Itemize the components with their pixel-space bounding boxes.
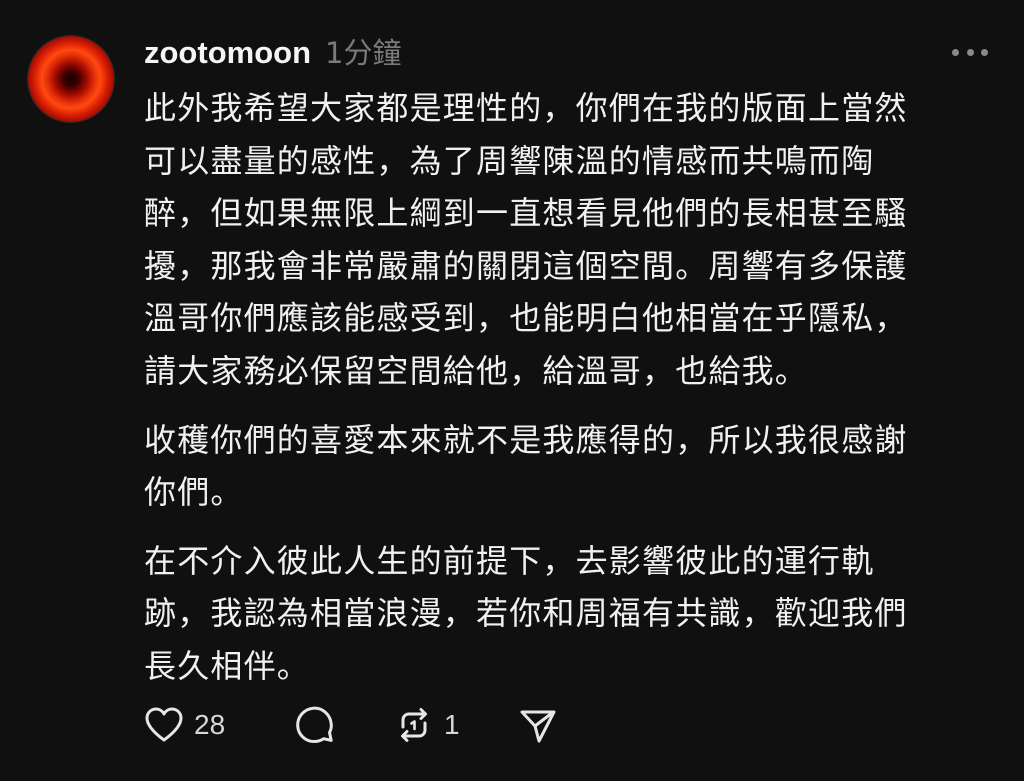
more-dots-icon [952,48,959,56]
post-paragraph: 在不介入彼此人生的前提下，去影響彼此的運行軌 跡，我認為相當浪漫，若你和周福有共… [144,541,908,685]
post-paragraph: 收穫你們的喜愛本來就不是我應得的，所以我很感謝 你們。 [144,420,908,512]
send-icon [520,710,556,743]
reply-button[interactable] [294,705,394,745]
thread-post: zootomoon 1分鐘 此外我希望大家都是理性的，你們在我的版面上當然 可以… [0,0,1024,781]
like-button[interactable]: 28 [144,706,294,744]
more-options-button[interactable] [952,42,988,62]
timestamp: 1分鐘 [325,36,402,70]
more-dots-icon [981,48,988,56]
comment-bubble-icon [296,706,333,743]
post-body: 此外我希望大家都是理性的，你們在我的版面上當然 可以盡量的感性，為了周響陳溫的情… [144,82,994,693]
share-button[interactable] [518,705,558,745]
like-count: 28 [194,709,226,740]
heart-icon [145,707,183,742]
post-paragraph: 此外我希望大家都是理性的，你們在我的版面上當然 可以盡量的感性，為了周響陳溫的情… [144,89,908,390]
username[interactable]: zootomoon [144,30,311,76]
repost-count: 1 [444,709,460,740]
repost-icon [401,708,427,742]
avatar[interactable] [28,36,114,122]
more-dots-icon [966,48,974,56]
post-header: zootomoon 1分鐘 [144,30,401,76]
repost-button[interactable]: 1 [394,705,518,745]
post-actions: 28 1 [144,702,558,748]
